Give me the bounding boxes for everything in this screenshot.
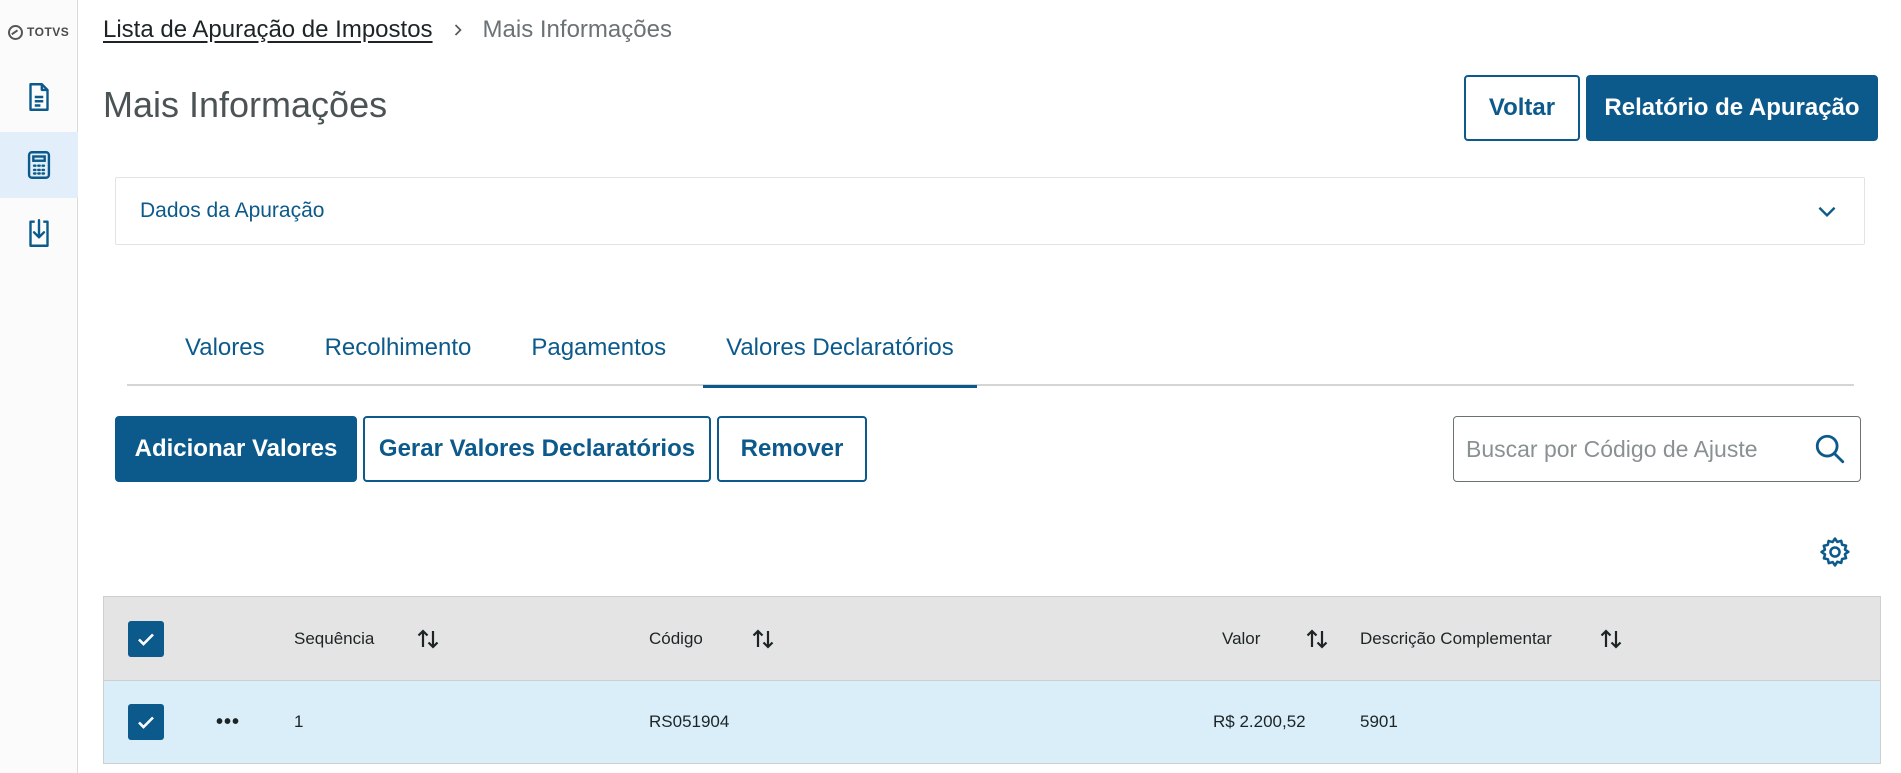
- sort-icon[interactable]: [749, 597, 777, 680]
- column-header-valor: Valor: [1222, 628, 1261, 648]
- sidebar-item-download[interactable]: [0, 200, 78, 266]
- sidebar-item-calculator[interactable]: [0, 132, 78, 198]
- table-row[interactable]: ••• 1 RS051904 R$ 2.200,52 5901: [104, 681, 1880, 763]
- generate-values-button[interactable]: Gerar Valores Declaratórios: [363, 416, 711, 482]
- column-header-descricao: Descrição Complementar: [1360, 628, 1552, 648]
- chevron-down-icon[interactable]: [1814, 198, 1840, 224]
- search-icon[interactable]: [1800, 432, 1860, 466]
- page-title: Mais Informações: [103, 84, 388, 125]
- tab-pagamentos[interactable]: Pagamentos: [501, 310, 703, 386]
- totvs-logo: TOTVS: [8, 24, 69, 40]
- column-header-sequencia: Sequência: [294, 628, 375, 648]
- accordion-title: Dados da Apuração: [140, 199, 325, 222]
- remove-button[interactable]: Remover: [717, 416, 867, 482]
- cell-sequencia: 1: [294, 712, 304, 731]
- sidebar-item-document[interactable]: [0, 64, 78, 130]
- tabs: Valores Recolhimento Pagamentos Valores …: [127, 310, 1854, 388]
- chevron-right-icon: [451, 23, 465, 37]
- sort-icon[interactable]: [1597, 597, 1625, 680]
- sidebar: TOTVS: [0, 0, 78, 773]
- document-icon: [29, 83, 49, 111]
- breadcrumb-current: Mais Informações: [482, 16, 672, 43]
- gear-icon[interactable]: [1818, 535, 1852, 569]
- back-button[interactable]: Voltar: [1464, 75, 1580, 141]
- breadcrumb-link[interactable]: Lista de Apuração de Impostos: [103, 16, 433, 44]
- cell-codigo: RS051904: [649, 712, 730, 731]
- column-header-codigo: Código: [649, 628, 703, 648]
- tab-valores-declaratorios[interactable]: Valores Declaratórios: [703, 310, 977, 388]
- tab-valores[interactable]: Valores: [127, 310, 295, 386]
- row-checkbox[interactable]: [128, 681, 164, 763]
- cell-valor: R$ 2.200,52: [1213, 712, 1306, 731]
- totvs-logo-icon: [8, 24, 23, 40]
- values-table: Sequência Código Valor Descrição Complem…: [103, 596, 1881, 764]
- table-header: Sequência Código Valor Descrição Complem…: [104, 597, 1880, 681]
- calculator-icon: [27, 151, 51, 179]
- cell-descricao: 5901: [1360, 712, 1398, 731]
- logo-text: TOTVS: [27, 25, 70, 39]
- add-values-button[interactable]: Adicionar Valores: [115, 416, 357, 482]
- tab-recolhimento[interactable]: Recolhimento: [295, 310, 502, 386]
- download-document-icon: [29, 219, 49, 247]
- sort-icon[interactable]: [1303, 597, 1331, 680]
- main-content: Lista de Apuração de Impostos Mais Infor…: [78, 0, 1901, 773]
- accordion-dados-apuracao[interactable]: Dados da Apuração: [115, 177, 1865, 245]
- more-options-icon[interactable]: •••: [216, 681, 240, 763]
- search-input[interactable]: [1466, 435, 1800, 463]
- select-all-checkbox[interactable]: [128, 597, 164, 680]
- sort-icon[interactable]: [414, 597, 442, 680]
- breadcrumb: Lista de Apuração de Impostos Mais Infor…: [103, 14, 672, 46]
- search-field: [1453, 416, 1861, 482]
- report-button[interactable]: Relatório de Apuração: [1586, 75, 1878, 141]
